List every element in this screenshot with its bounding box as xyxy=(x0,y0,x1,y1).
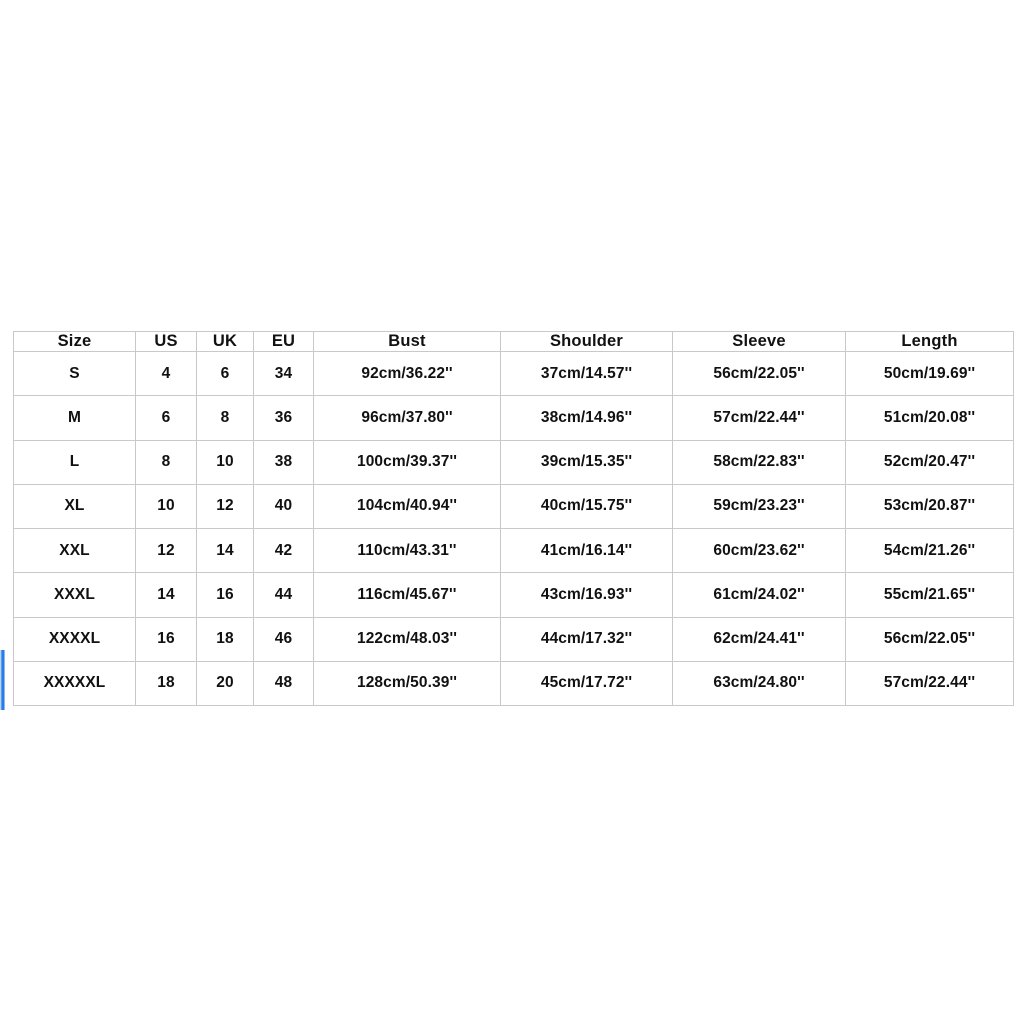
cell-sleeve: 59cm/23.23'' xyxy=(672,483,846,530)
cell-size: XXL xyxy=(13,527,136,574)
cell-shoulder: 44cm/17.32'' xyxy=(500,616,673,662)
column-header-length: Length xyxy=(845,331,1014,352)
size-chart-body: S 4 6 34 92cm/36.22'' 37cm/14.57'' 56cm/… xyxy=(13,350,1014,707)
column-header-shoulder: Shoulder xyxy=(500,331,673,352)
cell-uk: 14 xyxy=(196,527,254,574)
cell-size: XXXXXL xyxy=(13,660,136,707)
cell-bust: 110cm/43.31'' xyxy=(313,527,501,574)
cell-uk: 18 xyxy=(196,616,254,662)
cell-bust: 92cm/36.22'' xyxy=(313,350,501,397)
table-row: M 6 8 36 96cm/37.80'' 38cm/14.96'' 57cm/… xyxy=(13,395,1014,441)
size-chart-table: Size US UK EU Bust Shoulder Sleeve Lengt… xyxy=(13,331,1014,707)
cell-eu: 38 xyxy=(253,439,314,485)
cell-shoulder: 41cm/16.14'' xyxy=(500,527,673,574)
column-header-sleeve: Sleeve xyxy=(672,331,846,352)
cell-us: 12 xyxy=(135,527,197,574)
column-header-us: US xyxy=(135,331,197,352)
cell-size: S xyxy=(13,350,136,397)
left-edge-scroll-indicator xyxy=(0,650,5,710)
cell-bust: 122cm/48.03'' xyxy=(313,616,501,662)
cell-length: 55cm/21.65'' xyxy=(845,572,1014,618)
table-row: XXL 12 14 42 110cm/43.31'' 41cm/16.14'' … xyxy=(13,527,1014,574)
cell-eu: 36 xyxy=(253,395,314,441)
table-row: XL 10 12 40 104cm/40.94'' 40cm/15.75'' 5… xyxy=(13,483,1014,530)
cell-sleeve: 62cm/24.41'' xyxy=(672,616,846,662)
column-header-eu: EU xyxy=(253,331,314,352)
cell-size: M xyxy=(13,395,136,441)
cell-length: 53cm/20.87'' xyxy=(845,483,1014,530)
cell-length: 57cm/22.44'' xyxy=(845,660,1014,707)
table-row: L 8 10 38 100cm/39.37'' 39cm/15.35'' 58c… xyxy=(13,439,1014,485)
cell-sleeve: 61cm/24.02'' xyxy=(672,572,846,618)
cell-eu: 44 xyxy=(253,572,314,618)
column-header-size: Size xyxy=(13,331,136,352)
cell-uk: 6 xyxy=(196,350,254,397)
cell-us: 16 xyxy=(135,616,197,662)
cell-sleeve: 58cm/22.83'' xyxy=(672,439,846,485)
size-chart-header: Size US UK EU Bust Shoulder Sleeve Lengt… xyxy=(13,331,1014,352)
cell-sleeve: 56cm/22.05'' xyxy=(672,350,846,397)
table-row: XXXL 14 16 44 116cm/45.67'' 43cm/16.93''… xyxy=(13,572,1014,618)
cell-length: 51cm/20.08'' xyxy=(845,395,1014,441)
cell-size: XL xyxy=(13,483,136,530)
table-row: S 4 6 34 92cm/36.22'' 37cm/14.57'' 56cm/… xyxy=(13,350,1014,397)
cell-shoulder: 39cm/15.35'' xyxy=(500,439,673,485)
cell-bust: 116cm/45.67'' xyxy=(313,572,501,618)
cell-eu: 40 xyxy=(253,483,314,530)
cell-shoulder: 38cm/14.96'' xyxy=(500,395,673,441)
cell-sleeve: 60cm/23.62'' xyxy=(672,527,846,574)
column-header-uk: UK xyxy=(196,331,254,352)
cell-length: 54cm/21.26'' xyxy=(845,527,1014,574)
size-chart-container: Size US UK EU Bust Shoulder Sleeve Lengt… xyxy=(13,331,1014,707)
cell-us: 6 xyxy=(135,395,197,441)
cell-eu: 34 xyxy=(253,350,314,397)
cell-bust: 96cm/37.80'' xyxy=(313,395,501,441)
cell-us: 4 xyxy=(135,350,197,397)
cell-uk: 8 xyxy=(196,395,254,441)
cell-length: 50cm/19.69'' xyxy=(845,350,1014,397)
cell-shoulder: 43cm/16.93'' xyxy=(500,572,673,618)
cell-bust: 104cm/40.94'' xyxy=(313,483,501,530)
cell-uk: 10 xyxy=(196,439,254,485)
cell-us: 18 xyxy=(135,660,197,707)
column-header-bust: Bust xyxy=(313,331,501,352)
cell-eu: 48 xyxy=(253,660,314,707)
table-row: XXXXL 16 18 46 122cm/48.03'' 44cm/17.32'… xyxy=(13,616,1014,662)
cell-uk: 16 xyxy=(196,572,254,618)
cell-shoulder: 45cm/17.72'' xyxy=(500,660,673,707)
cell-sleeve: 63cm/24.80'' xyxy=(672,660,846,707)
cell-eu: 46 xyxy=(253,616,314,662)
cell-size: L xyxy=(13,439,136,485)
cell-uk: 20 xyxy=(196,660,254,707)
cell-eu: 42 xyxy=(253,527,314,574)
cell-us: 14 xyxy=(135,572,197,618)
cell-length: 52cm/20.47'' xyxy=(845,439,1014,485)
cell-us: 10 xyxy=(135,483,197,530)
cell-uk: 12 xyxy=(196,483,254,530)
cell-bust: 128cm/50.39'' xyxy=(313,660,501,707)
cell-shoulder: 40cm/15.75'' xyxy=(500,483,673,530)
cell-size: XXXXL xyxy=(13,616,136,662)
cell-length: 56cm/22.05'' xyxy=(845,616,1014,662)
cell-size: XXXL xyxy=(13,572,136,618)
cell-shoulder: 37cm/14.57'' xyxy=(500,350,673,397)
table-row: XXXXXL 18 20 48 128cm/50.39'' 45cm/17.72… xyxy=(13,660,1014,707)
table-header-row: Size US UK EU Bust Shoulder Sleeve Lengt… xyxy=(13,331,1014,352)
cell-sleeve: 57cm/22.44'' xyxy=(672,395,846,441)
cell-bust: 100cm/39.37'' xyxy=(313,439,501,485)
cell-us: 8 xyxy=(135,439,197,485)
